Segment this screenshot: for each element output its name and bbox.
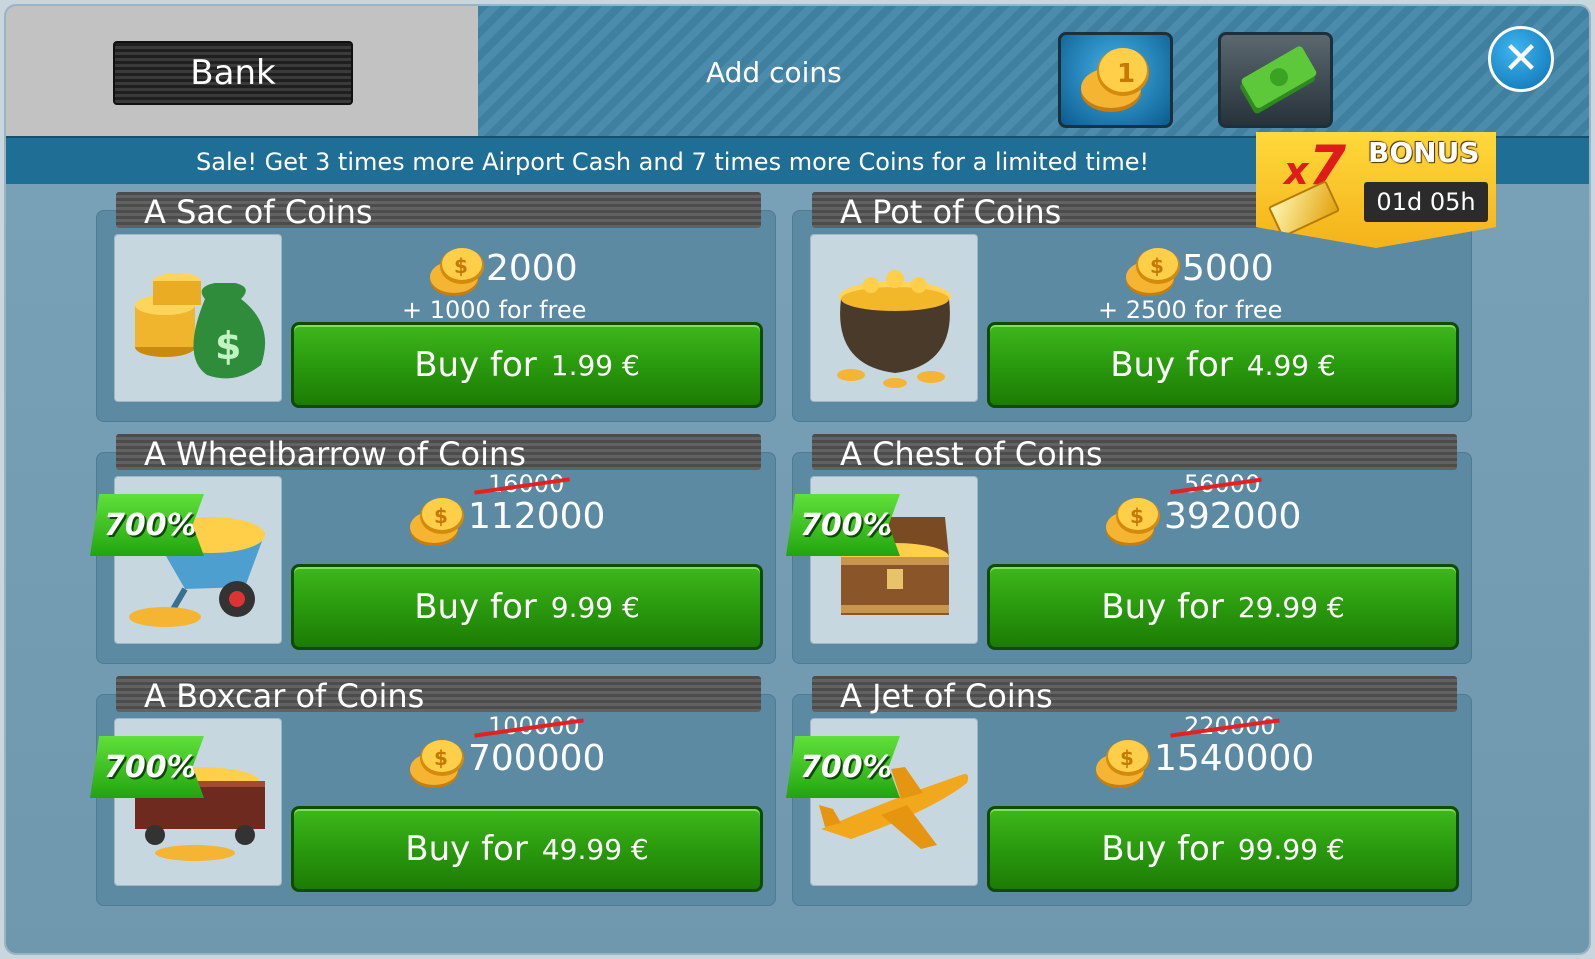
buy-button[interactable]: Buy for 4.99 € [987, 322, 1459, 408]
svg-text:$: $ [434, 504, 448, 528]
percent-bonus-flag: 700% [786, 736, 900, 798]
buy-button[interactable]: Buy for 49.99 € [291, 806, 763, 892]
svg-text:$: $ [1130, 504, 1144, 528]
pack-boxcar: A Boxcar of Coins 700% 100000 $ 700000 B… [90, 676, 776, 906]
coin-amount: 700000 [468, 738, 606, 779]
bonus-badge: x7 BONUS 01d 05h [1256, 132, 1496, 248]
price: 1.99 € [550, 348, 640, 382]
svg-text:$: $ [434, 746, 448, 770]
percent-bonus-flag: 700% [90, 736, 204, 798]
pack-sac: A Sac of Coins $ $ 2000 + 1000 for free … [96, 192, 776, 422]
pack-jet: A Jet of Coins 700% 220000 $ 1540000 Buy… [786, 676, 1472, 906]
bonus-timer: 01d 05h [1364, 182, 1488, 222]
pack-title: A Jet of Coins [840, 677, 1053, 715]
pack-wheelbarrow: A Wheelbarrow of Coins 700% 16000 $ 1120… [90, 434, 776, 664]
pack-title-bar: A Wheelbarrow of Coins [116, 434, 761, 473]
close-button[interactable]: ✕ [1488, 26, 1554, 92]
buy-label: Buy for [414, 345, 537, 385]
price: 49.99 € [541, 832, 649, 866]
price: 4.99 € [1246, 348, 1336, 382]
bonus-multiplier-prefix: x [1284, 149, 1309, 193]
pack-title: A Pot of Coins [840, 193, 1062, 231]
bank-tab: Bank [6, 6, 478, 136]
pack-title: A Wheelbarrow of Coins [144, 435, 526, 473]
price: 9.99 € [550, 590, 640, 624]
bonus-coins-text: + 1000 for free [402, 296, 587, 324]
bonus-coins-text: + 2500 for free [1098, 296, 1283, 324]
pack-title: A Sac of Coins [144, 193, 373, 231]
money-bag-icon: $ [114, 234, 282, 402]
coin-icon: $ [1126, 248, 1180, 296]
pack-chest: A Chest of Coins 700% 56000 $ 392000 Buy… [786, 434, 1472, 664]
svg-text:$: $ [1120, 746, 1134, 770]
sale-banner-text: Sale! Get 3 times more Airport Cash and … [196, 148, 1150, 176]
svg-text:$: $ [1150, 254, 1164, 278]
coin-icon: $ [410, 740, 464, 788]
pack-title: A Boxcar of Coins [144, 677, 425, 715]
buy-label: Buy for [405, 829, 528, 869]
pack-title-bar: A Chest of Coins [812, 434, 1457, 473]
header-bar [478, 6, 1589, 136]
buy-label: Buy for [1110, 345, 1233, 385]
add-coins-label: Add coins [706, 56, 842, 89]
cash-icon [1239, 46, 1316, 114]
coin-pot-icon [810, 234, 978, 402]
price: 29.99 € [1237, 590, 1345, 624]
coin-icon: $ [430, 248, 484, 296]
pack-title-bar: A Boxcar of Coins [116, 676, 761, 715]
svg-text:$: $ [215, 324, 241, 368]
svg-text:1: 1 [1117, 59, 1135, 89]
coin-amount: 392000 [1164, 496, 1302, 537]
buy-button[interactable]: Buy for 29.99 € [987, 564, 1459, 650]
bank-title: Bank [113, 41, 353, 105]
buy-button[interactable]: Buy for 1.99 € [291, 322, 763, 408]
price: 99.99 € [1237, 832, 1345, 866]
svg-text:$: $ [454, 254, 468, 278]
percent-bonus-flag: 700% [786, 494, 900, 556]
pack-title-bar: A Sac of Coins [116, 192, 761, 231]
coins-tab-button[interactable]: 1 [1058, 32, 1173, 128]
bank-window: Bank Add coins 1 ✕ Sale! Get 3 times mor… [6, 6, 1589, 953]
coin-icon: $ [1106, 498, 1160, 546]
coin-amount: 112000 [468, 496, 606, 537]
buy-button[interactable]: Buy for 9.99 € [291, 564, 763, 650]
coin-amount: 2000 [486, 248, 578, 289]
buy-label: Buy for [414, 587, 537, 627]
pack-title-bar: A Jet of Coins [812, 676, 1457, 715]
coin-amount: 1540000 [1154, 738, 1315, 779]
buy-label: Buy for [1101, 587, 1224, 627]
coin-icon: $ [1096, 740, 1150, 788]
cash-tab-button[interactable] [1218, 32, 1333, 128]
coins-icon: 1 [1080, 48, 1149, 112]
buy-label: Buy for [1101, 829, 1224, 869]
pack-title: A Chest of Coins [840, 435, 1103, 473]
bonus-label: BONUS [1368, 136, 1480, 169]
coin-amount: 5000 [1182, 248, 1274, 289]
percent-bonus-flag: 700% [90, 494, 204, 556]
buy-button[interactable]: Buy for 99.99 € [987, 806, 1459, 892]
coin-icon: $ [410, 498, 464, 546]
